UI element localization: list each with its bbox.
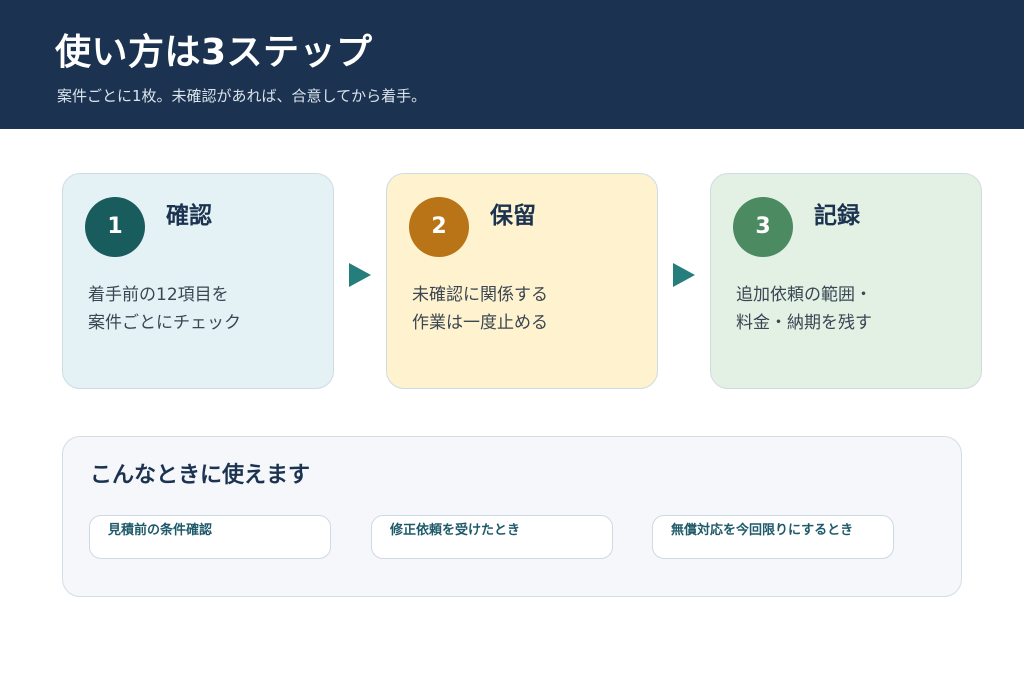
triangle-right-icon [349, 263, 371, 287]
step-description-line: 料金・納期を残す [736, 313, 872, 333]
step-description: 追加依頼の範囲・ 料金・納期を残す [736, 281, 872, 337]
step-description-line: 未確認に関係する [412, 285, 548, 305]
step-description-line: 作業は一度止める [412, 313, 548, 333]
step-number-badge: 3 [733, 197, 793, 257]
use-cases-panel: こんなときに使えます 見積前の条件確認 修正依頼を受けたとき 無償対応を今回限り… [62, 436, 962, 597]
step-title: 保留 [490, 203, 536, 229]
step-description-line: 案件ごとにチェック [88, 313, 241, 333]
step-description-line: 追加依頼の範囲・ [736, 285, 872, 305]
step-description-line: 着手前の12項目を [88, 285, 229, 305]
triangle-right-icon [673, 263, 695, 287]
step-description: 着手前の12項目を 案件ごとにチェック [88, 281, 241, 337]
use-case-chip: 見積前の条件確認 [89, 515, 331, 559]
use-cases-title: こんなときに使えます [90, 463, 311, 488]
header: 使い方は3ステップ 案件ごとに1枚。未確認があれば、合意してから着手。 [0, 0, 1024, 129]
page-title: 使い方は3ステップ [55, 32, 373, 73]
use-case-label: 修正依頼を受けたとき [390, 523, 521, 538]
step-description: 未確認に関係する 作業は一度止める [412, 281, 548, 337]
page-subtitle: 案件ごとに1枚。未確認があれば、合意してから着手。 [57, 87, 427, 105]
step-card-1: 1 確認 着手前の12項目を 案件ごとにチェック [62, 173, 334, 389]
step-number-badge: 2 [409, 197, 469, 257]
step-title: 確認 [166, 203, 212, 229]
step-card-3: 3 記録 追加依頼の範囲・ 料金・納期を残す [710, 173, 982, 389]
use-case-chip: 修正依頼を受けたとき [371, 515, 613, 559]
use-case-label: 無償対応を今回限りにするとき [671, 523, 854, 538]
step-number-badge: 1 [85, 197, 145, 257]
use-case-chip: 無償対応を今回限りにするとき [652, 515, 894, 559]
step-title: 記録 [814, 203, 860, 229]
step-card-2: 2 保留 未確認に関係する 作業は一度止める [386, 173, 658, 389]
use-case-label: 見積前の条件確認 [108, 523, 213, 538]
